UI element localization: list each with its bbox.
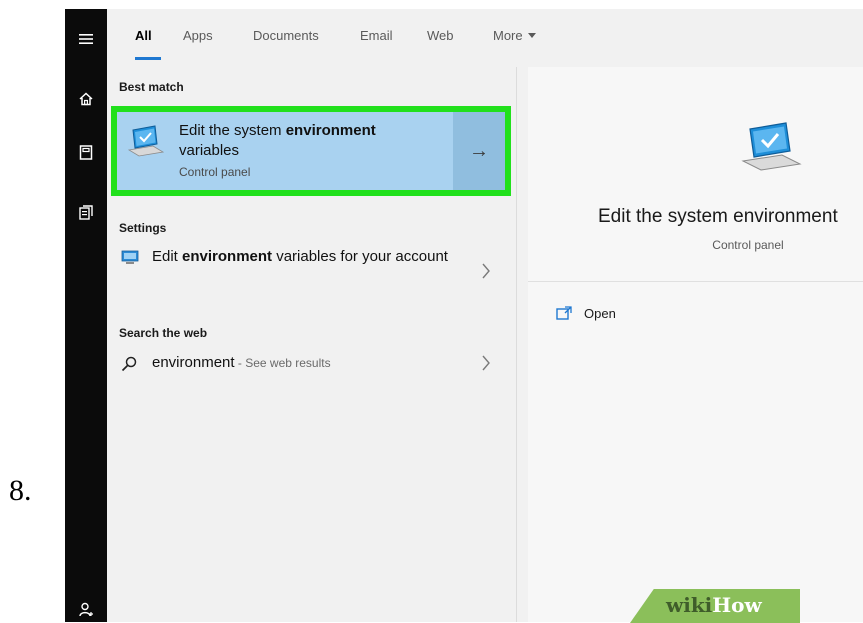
tab-apps[interactable]: Apps	[183, 28, 213, 43]
best-match-header: Best match	[119, 80, 184, 94]
left-rail	[65, 9, 107, 622]
search-the-web-header: Search the web	[119, 326, 208, 340]
wikihow-watermark: wikiHow	[630, 581, 800, 623]
preview-pane: Edit the system environment Control pane…	[528, 67, 863, 622]
settings-result-environment-variables[interactable]: Edit environment variables for your acco…	[107, 247, 516, 295]
search-icon	[121, 356, 137, 372]
user-icon[interactable]	[65, 595, 107, 622]
home-icon[interactable]	[65, 85, 107, 113]
system-monitor-icon	[741, 122, 802, 171]
documents-icon[interactable]	[65, 198, 107, 226]
best-match-title: Edit the system environment variables	[179, 121, 459, 161]
results-list: Best match Edit the system environment va…	[107, 67, 516, 622]
tab-more-label: More	[493, 28, 523, 43]
settings-monitor-icon	[121, 250, 139, 264]
preview-header: Edit the system environment Control pane…	[528, 67, 863, 282]
web-result-label: environment - See web results	[152, 353, 452, 373]
best-match-title-prefix: Edit the system	[179, 122, 286, 139]
preview-subtitle: Control panel	[712, 238, 784, 252]
tab-documents[interactable]: Documents	[253, 28, 319, 43]
open-label: Open	[584, 305, 616, 321]
watermark-text: wikiHow	[666, 593, 762, 617]
open-preview-arrow-button[interactable]: →	[453, 112, 505, 190]
preview-title: Edit the system environment	[598, 206, 838, 227]
tab-email[interactable]: Email	[360, 28, 393, 43]
chevron-right-icon	[482, 263, 490, 279]
web-result-query: environment	[152, 354, 235, 371]
web-result-environment[interactable]: environment - See web results	[107, 353, 516, 381]
settings-result-suffix: variables for your account	[272, 248, 448, 265]
tab-web[interactable]: Web	[427, 28, 454, 43]
chevron-right-icon	[482, 355, 490, 371]
hamburger-menu-icon[interactable]	[65, 25, 107, 53]
settings-header: Settings	[119, 221, 167, 235]
best-match-subtitle: Control panel	[179, 165, 251, 179]
tab-all[interactable]: All	[135, 28, 152, 43]
chevron-down-icon	[527, 33, 536, 38]
watermark-part2: How	[712, 593, 762, 617]
open-window-icon	[556, 306, 572, 320]
results-divider	[516, 67, 517, 622]
settings-result-bold: environment	[182, 248, 273, 265]
notebook-icon[interactable]	[65, 138, 107, 166]
active-tab-indicator	[135, 57, 161, 60]
best-match-title-suffix: variables	[179, 142, 240, 159]
web-result-suffix: - See web results	[234, 356, 331, 370]
windows-search-panel: All Apps Documents Email Web More Best m…	[65, 9, 863, 622]
settings-result-prefix: Edit	[152, 248, 183, 265]
settings-result-label: Edit environment variables for your acco…	[152, 247, 452, 267]
best-match-result[interactable]: Edit the system environment variables Con…	[111, 106, 511, 196]
search-main-area: All Apps Documents Email Web More Best m…	[107, 9, 863, 622]
open-action[interactable]: Open	[556, 303, 616, 323]
arrow-right-icon: →	[469, 139, 489, 162]
search-filter-tabs: All Apps Documents Email Web More	[107, 9, 863, 67]
system-monitor-icon	[127, 125, 165, 157]
tab-more[interactable]: More	[493, 28, 536, 43]
step-number: 8.	[9, 474, 32, 507]
watermark-part1: wiki	[666, 593, 713, 617]
best-match-title-bold: environment	[285, 122, 376, 139]
